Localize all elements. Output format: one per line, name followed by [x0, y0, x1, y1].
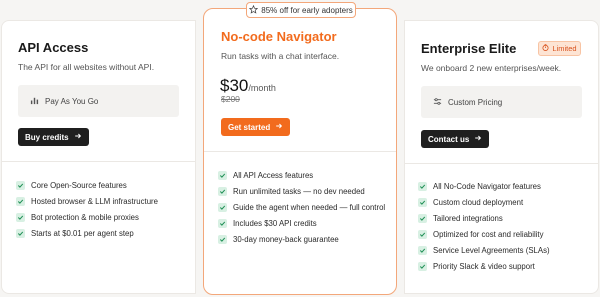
check-icon	[16, 228, 25, 238]
arrow-right-icon	[74, 132, 82, 142]
old-price: $200	[221, 94, 240, 104]
feature-text: 30-day money-back guarantee	[233, 234, 339, 244]
check-icon	[418, 181, 427, 191]
check-icon	[218, 202, 227, 212]
card-divider	[204, 151, 396, 152]
card-divider	[405, 163, 598, 164]
contact-us-label: Contact us	[428, 134, 470, 144]
feature-item: Custom cloud deployment	[418, 194, 550, 210]
pricing-info-box: Pay As You Go	[18, 85, 179, 117]
pricing-info-label: Pay As You Go	[45, 96, 99, 106]
feature-item: Hosted browser & LLM infrastructure	[16, 193, 158, 209]
feature-text: All No-Code Navigator features	[433, 181, 541, 191]
feature-item: Includes $30 API credits	[218, 215, 385, 231]
feature-text: Hosted browser & LLM infrastructure	[31, 196, 158, 206]
feature-item: Starts at $0.01 per agent step	[16, 225, 158, 241]
feature-text: Core Open-Source features	[31, 180, 127, 190]
plan-title: API Access	[18, 40, 89, 55]
feature-list: All No-Code Navigator features Custom cl…	[418, 178, 550, 274]
feature-item: Service Level Agreements (SLAs)	[418, 242, 550, 258]
feature-item: Guide the agent when needed — full contr…	[218, 199, 385, 215]
feature-item: Tailored integrations	[418, 210, 550, 226]
early-adopter-badge: 85% off for early adopters	[246, 2, 356, 18]
price-amount: $30	[220, 76, 249, 95]
feature-text: Priority Slack & video support	[433, 261, 535, 271]
buy-credits-label: Buy credits	[25, 132, 69, 142]
plan-description: The API for all websites without API.	[18, 62, 155, 72]
check-icon	[16, 196, 25, 206]
arrow-right-icon	[275, 122, 283, 132]
feature-text: Optimized for cost and reliability	[433, 229, 544, 239]
check-icon	[218, 218, 227, 228]
feature-text: Includes $30 API credits	[233, 218, 317, 228]
check-icon	[418, 213, 427, 223]
feature-item: All API Access features	[218, 167, 385, 183]
get-started-label: Get started	[228, 122, 271, 132]
feature-text: Custom cloud deployment	[433, 197, 524, 207]
feature-text: Run unlimited tasks — no dev needed	[233, 186, 365, 196]
plan-description: We onboard 2 new enterprises/week.	[421, 63, 562, 73]
feature-text: Tailored integrations	[433, 213, 503, 223]
feature-item: Run unlimited tasks — no dev needed	[218, 183, 385, 199]
pricing-info-label: Custom Pricing	[448, 97, 503, 107]
star-icon	[249, 4, 259, 16]
sliders-icon	[433, 97, 442, 108]
check-icon	[218, 234, 227, 244]
feature-item: Bot protection & mobile proxies	[16, 209, 158, 225]
pricing-info-box: Custom Pricing	[421, 86, 582, 118]
feature-item: Optimized for cost and reliability	[418, 226, 550, 242]
feature-list: Core Open-Source features Hosted browser…	[16, 177, 158, 241]
feature-text: Guide the agent when needed — full contr…	[233, 202, 386, 212]
check-icon	[16, 180, 25, 190]
check-icon	[418, 197, 427, 207]
timer-icon	[542, 44, 549, 53]
feature-text: Starts at $0.01 per agent step	[31, 228, 134, 238]
plan-title: Enterprise Elite	[421, 41, 517, 56]
check-icon	[218, 170, 227, 180]
contact-us-button[interactable]: Contact us	[421, 130, 490, 148]
buy-credits-button[interactable]: Buy credits	[18, 128, 89, 146]
early-adopter-badge-text: 85% off for early adopters	[261, 5, 353, 15]
check-icon	[418, 261, 427, 271]
feature-item: All No-Code Navigator features	[418, 178, 550, 194]
arrow-right-icon	[474, 134, 482, 144]
limited-badge: Limited	[538, 41, 581, 56]
limited-badge-text: Limited	[552, 44, 577, 53]
plan-title: No-code Navigator	[221, 29, 337, 44]
feature-text: Bot protection & mobile proxies	[31, 212, 139, 222]
feature-list: All API Access features Run unlimited ta…	[218, 167, 385, 247]
plan-price: $30/month	[220, 76, 276, 96]
check-icon	[218, 186, 227, 196]
feature-text: All API Access features	[233, 170, 314, 180]
feature-text: Service Level Agreements (SLAs)	[433, 245, 550, 255]
check-icon	[16, 212, 25, 222]
check-icon	[418, 245, 427, 255]
plan-description: Run tasks with a chat interface.	[221, 51, 340, 61]
get-started-button[interactable]: Get started	[221, 118, 291, 136]
feature-item: Priority Slack & video support	[418, 258, 550, 274]
feature-item: Core Open-Source features	[16, 177, 158, 193]
card-divider	[2, 161, 195, 162]
check-icon	[418, 229, 427, 239]
price-unit: /month	[248, 83, 276, 93]
bar-chart-icon	[30, 96, 39, 107]
feature-item: 30-day money-back guarantee	[218, 231, 385, 247]
